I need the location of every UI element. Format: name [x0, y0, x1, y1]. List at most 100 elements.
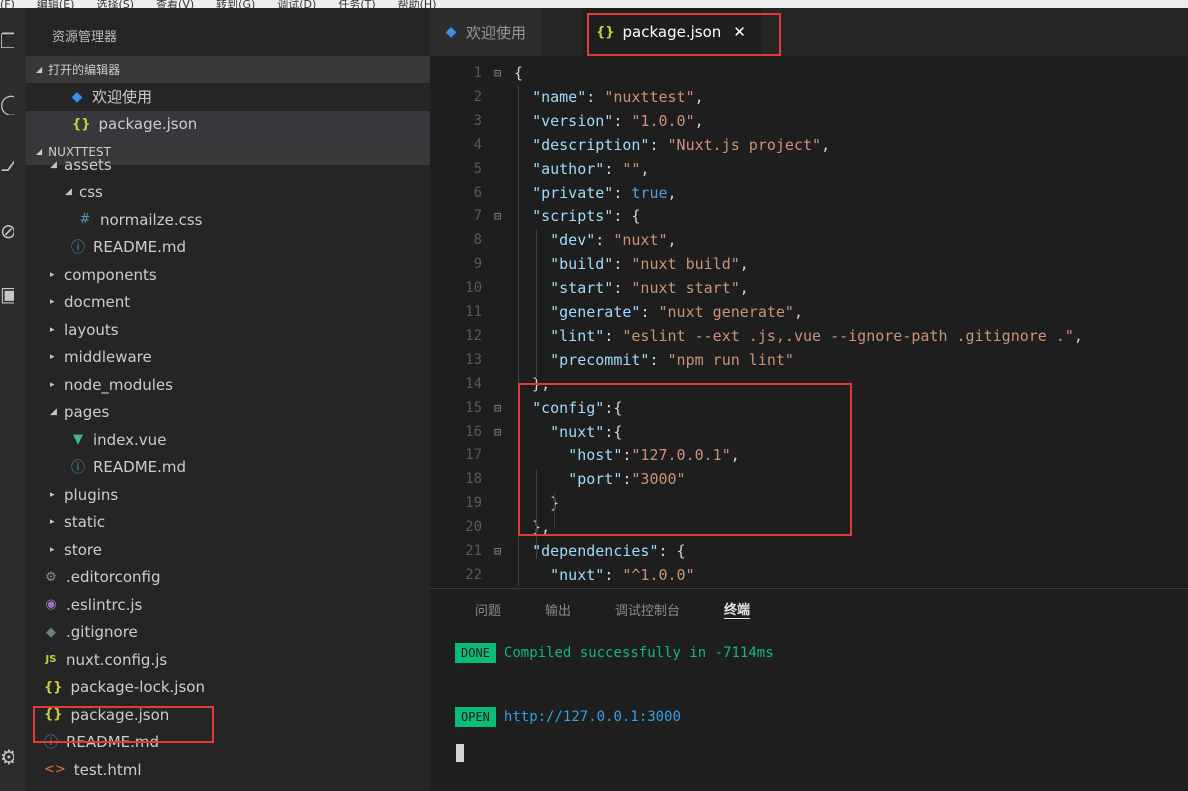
tree-item[interactable]: ◆ .gitignore [26, 619, 430, 647]
code-text: "private": true, [532, 183, 677, 202]
code-text: "author": "", [532, 159, 650, 178]
line-number: 1 [473, 65, 482, 81]
debug-icon[interactable]: ⊘ [0, 220, 14, 242]
code-text: "host":"127.0.0.1", [568, 446, 740, 465]
explorer-icon[interactable]: ❐ [0, 30, 14, 52]
code-line: 14 }, [430, 373, 1188, 397]
code-line: 3 "version": "1.0.0", [430, 110, 1188, 134]
terminal-cursor [456, 744, 464, 762]
panel-tab[interactable]: 终端 [724, 599, 751, 619]
code-line: 20 }, [430, 516, 1188, 540]
editor-tabs: ◆ 欢迎使用 {} package.json ✕ [430, 8, 1188, 56]
tree-item[interactable]: ◢ pages [26, 399, 430, 427]
code-text: }, [514, 518, 551, 537]
line-number: 19 [465, 495, 482, 512]
tree-item[interactable]: ▸ store [26, 536, 430, 564]
code-text: "description": "Nuxt.js project", [532, 135, 831, 154]
tree-item[interactable]: ▸ layouts [26, 316, 430, 344]
fold-icon[interactable]: ⊟ [494, 397, 501, 421]
search-icon[interactable]: ◯ [0, 93, 14, 115]
tree-item[interactable]: {} package.json [26, 701, 430, 729]
tree-item[interactable]: # normailze.css [26, 206, 430, 234]
close-icon[interactable]: ✕ [733, 23, 746, 41]
tree-item[interactable]: JS nuxt.config.js [26, 646, 430, 674]
menu-item[interactable]: 帮助(H) [398, 0, 437, 8]
menu-item[interactable]: 查看(V) [156, 0, 194, 8]
open-editors-header[interactable]: ◢ 打开的编辑器 [26, 56, 430, 83]
code-text: "dev": "nuxt", [550, 231, 677, 250]
tree-item-label: layouts [64, 320, 119, 339]
tree-item[interactable]: ▼ index.vue [26, 426, 430, 454]
tree-item[interactable]: ⓘ README.md [26, 234, 430, 262]
code-line: 15 ⊟ "config":{ [430, 397, 1188, 421]
code-text: { [514, 64, 524, 82]
status-badge: DONE [455, 643, 496, 663]
git-icon: ◆ [46, 624, 56, 640]
extensions-icon[interactable]: ▣ [0, 283, 14, 305]
tree-item[interactable]: {} package-lock.json [26, 674, 430, 702]
tree-item[interactable]: ◢ css [26, 179, 430, 207]
open-editor-welcome[interactable]: ◆ 欢迎使用 [26, 83, 430, 111]
tree-item[interactable]: ⓘ README.md [26, 454, 430, 482]
indent-guide [536, 469, 537, 559]
vscode-icon: ◆ [445, 24, 457, 40]
tree-item-label: package.json [70, 705, 170, 724]
tree-item-label: node_modules [64, 375, 173, 394]
source-control-icon[interactable]: ⎇ [0, 153, 14, 175]
panel-tab[interactable]: 调试控制台 [615, 600, 680, 619]
tab-welcome[interactable]: ◆ 欢迎使用 [430, 8, 543, 56]
menu-item[interactable]: 编辑(E) [37, 0, 75, 8]
line-number: 18 [465, 471, 482, 488]
tree-item[interactable]: ▸ middleware [26, 344, 430, 372]
fold-icon[interactable]: ⊟ [494, 205, 501, 229]
settings-gear-icon[interactable]: ⚙ [0, 746, 14, 768]
fold-icon[interactable]: ⊟ [494, 540, 501, 564]
menu-item[interactable]: 转到(G) [216, 0, 255, 8]
menu-item[interactable]: 任务(T) [338, 0, 375, 8]
tree-item[interactable]: ⚙ .editorconfig [26, 564, 430, 592]
line-number: 4 [473, 136, 482, 153]
tree-item[interactable]: ▸ static [26, 509, 430, 537]
tree-item[interactable]: ◉ .eslintrc.js [26, 591, 430, 619]
line-number: 3 [473, 112, 482, 129]
tree-item-label: store [64, 540, 102, 559]
indent-guide [536, 229, 537, 379]
tree-item[interactable]: ▸ node_modules [26, 371, 430, 399]
chevron-right-icon: ▸ [50, 297, 55, 308]
line-number: 5 [473, 160, 482, 177]
open-editor-package-json[interactable]: {} package.json [26, 110, 430, 138]
tree-item-label: README.md [66, 733, 160, 752]
menu-item[interactable]: (F) [0, 0, 15, 8]
info-icon: ⓘ [71, 460, 85, 477]
panel-tab[interactable]: 输出 [545, 600, 571, 619]
code-text: "build": "nuxt build", [550, 255, 749, 274]
editor-area: ◆ 欢迎使用 {} package.json ✕ 1 ⊟ {2 "name": "n… [430, 8, 1188, 791]
tree-item-label: index.vue [93, 430, 167, 449]
code-line: 8 "dev": "nuxt", [430, 229, 1188, 253]
tree-item[interactable]: ▸ components [26, 261, 430, 289]
tree-item[interactable]: ▸ plugins [26, 481, 430, 509]
code-line: 12 "lint": "eslint --ext .js,.vue --igno… [430, 325, 1188, 349]
line-number: 7 [473, 208, 482, 225]
tree-item[interactable]: ⓘ README.md [26, 729, 430, 757]
code-line: 5 "author": "", [430, 158, 1188, 182]
tree-item[interactable]: <> test.html [26, 756, 430, 784]
code-text: "nuxt": "^1.0.0" [550, 565, 695, 584]
fold-icon[interactable]: ⊟ [494, 62, 501, 86]
line-number: 20 [465, 519, 482, 536]
code-text: }, [514, 374, 551, 393]
panel-tab[interactable]: 问题 [475, 600, 501, 619]
chevron-down-icon: ◢ [65, 187, 72, 198]
explorer-sidebar: 资源管理器 ◢ 打开的编辑器 ◆ 欢迎使用 {} package.json ◢ … [26, 8, 430, 791]
fold-icon[interactable]: ⊟ [494, 421, 501, 445]
menu-item[interactable]: 选择(S) [96, 0, 134, 8]
info-icon: ⓘ [71, 240, 85, 257]
menu-item[interactable]: 调试(D) [277, 0, 316, 8]
tree-item-label: middleware [64, 348, 152, 367]
code-editor[interactable]: 1 ⊟{2 "name": "nuxttest", 3 "version": "1.… [430, 56, 1188, 588]
tab-package-json[interactable]: {} package.json ✕ [582, 8, 762, 56]
info-icon: ⓘ [44, 735, 58, 752]
explorer-title: 资源管理器 [52, 30, 118, 45]
tree-item[interactable]: ▸ docment [26, 289, 430, 317]
tree-item[interactable]: ◢ assets [26, 151, 430, 179]
